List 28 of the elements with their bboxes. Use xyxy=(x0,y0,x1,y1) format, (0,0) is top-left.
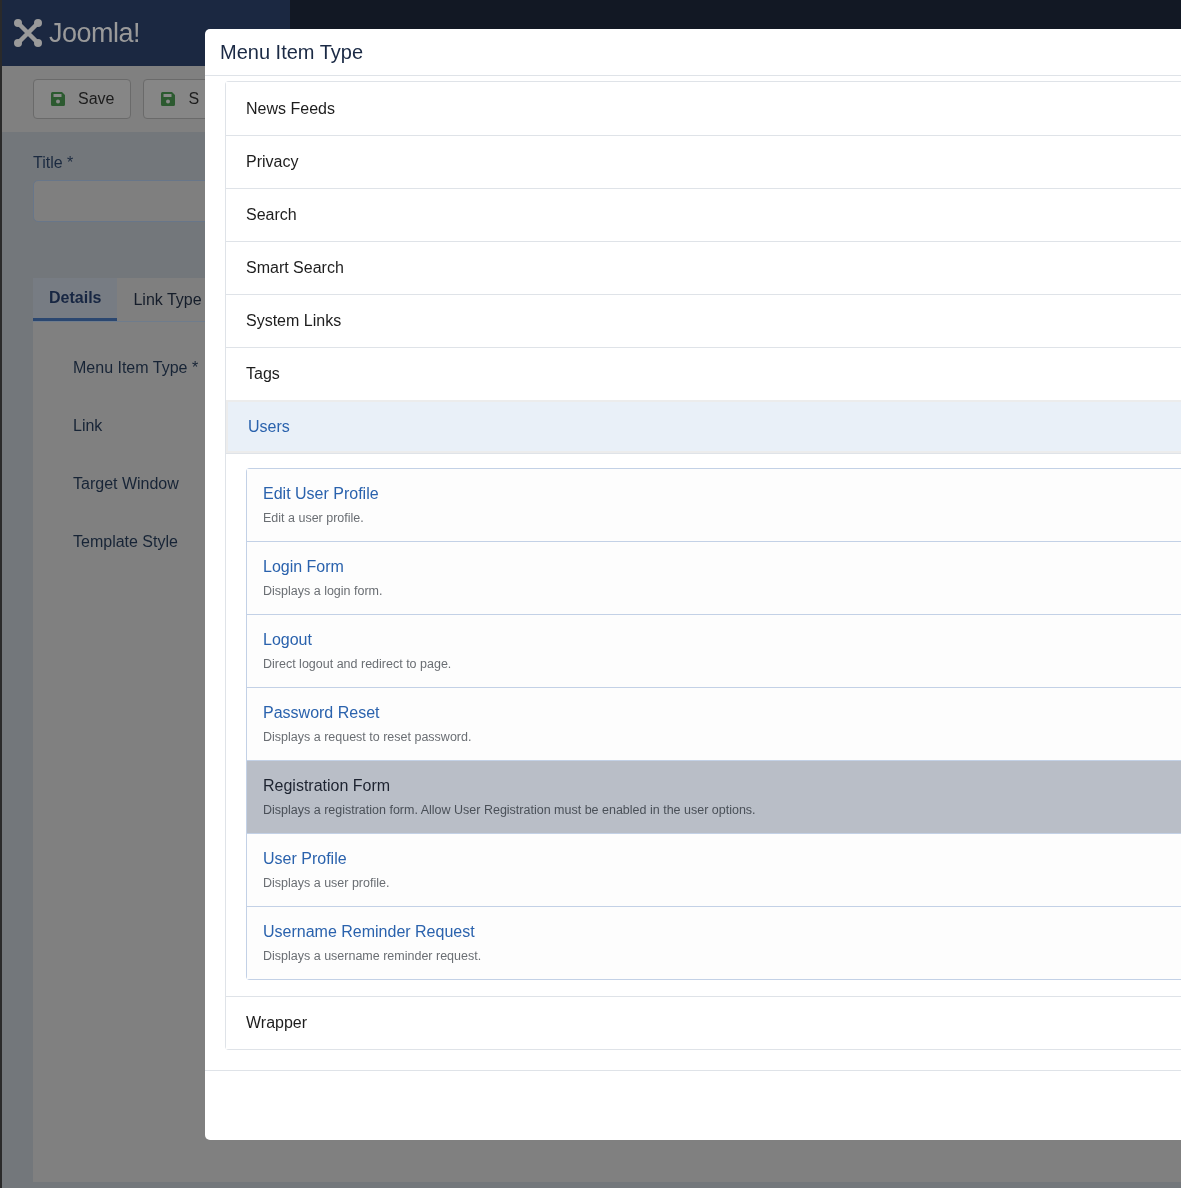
option-title[interactable]: Edit User Profile xyxy=(263,485,1181,503)
logo-wordmark: Joomla! xyxy=(49,17,141,49)
title-label: Title * xyxy=(33,154,74,172)
field-label: Link xyxy=(73,416,103,436)
field-label: Target Window xyxy=(73,474,179,494)
menu-type-option[interactable]: Username Reminder Request Displays a username reminder request. xyxy=(247,906,1181,979)
logo-icon xyxy=(13,18,43,48)
field-label: Template Style xyxy=(73,532,178,552)
option-title[interactable]: Username Reminder Request xyxy=(263,923,1181,941)
option-description: Displays a registration form. Allow User Registration must be enabled in the user options. xyxy=(263,803,757,817)
field-label: Menu Item Type * xyxy=(73,358,199,378)
option-description: Displays a user profile. xyxy=(263,876,391,890)
tab[interactable]: Details xyxy=(33,278,118,321)
menu-type-option[interactable]: Registration Form Displays a registration form. Allow User Registration must be enabled in the user options. xyxy=(247,760,1181,833)
save-button[interactable]: Save xyxy=(33,79,132,119)
option-description: Displays a request to reset password. xyxy=(263,730,473,744)
option-title[interactable]: Registration Form xyxy=(263,777,1181,795)
modal-title: Menu Item Type xyxy=(220,40,364,64)
option-description: Displays a username reminder request. xyxy=(263,949,483,963)
option-title[interactable]: Password Reset xyxy=(263,704,1181,722)
option-description: Direct logout and redirect to page. xyxy=(263,657,453,671)
accordion-header[interactable]: Wrapper xyxy=(226,996,1181,1049)
accordion-header[interactable]: Users xyxy=(226,400,1181,453)
option-title[interactable]: User Profile xyxy=(263,850,1181,868)
option-description: Edit a user profile. xyxy=(263,511,365,525)
option-description: Displays a login form. xyxy=(263,584,384,598)
option-title[interactable]: Logout xyxy=(263,631,1181,649)
option-title[interactable]: Login Form xyxy=(263,558,1181,576)
